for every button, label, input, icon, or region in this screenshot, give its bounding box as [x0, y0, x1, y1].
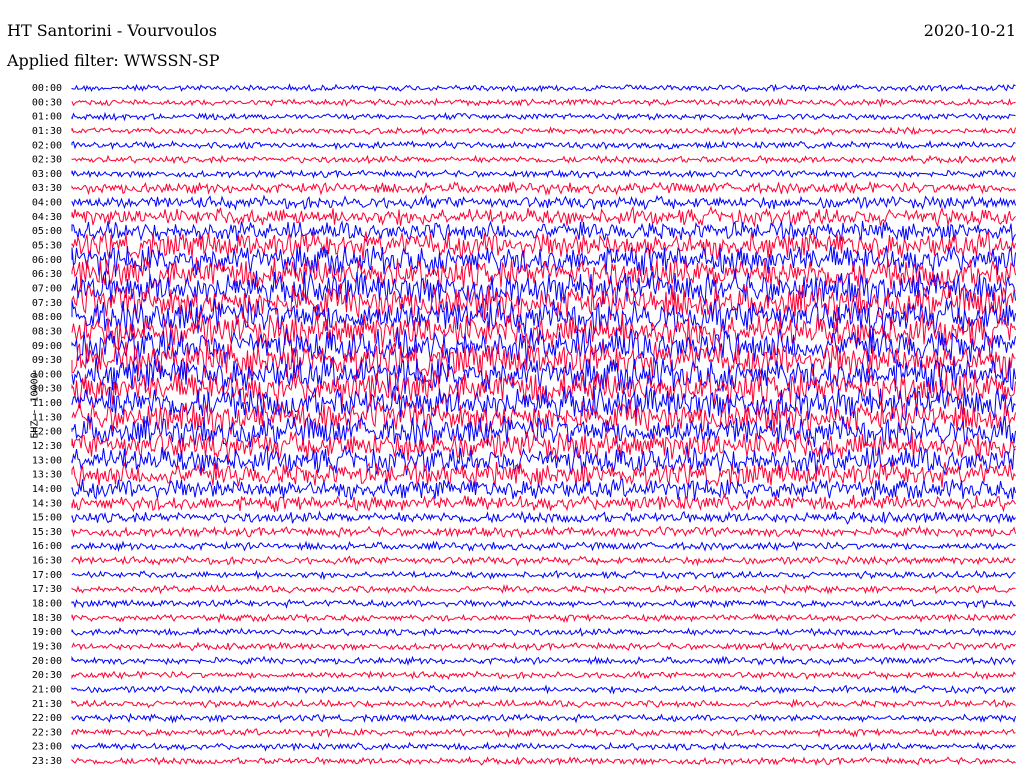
trace-2130 — [71, 698, 1016, 709]
row-label: 18:00 — [32, 599, 62, 610]
row-label: 23:30 — [32, 756, 62, 767]
row-label: 03:30 — [32, 183, 62, 194]
row-label: 10:00 — [32, 369, 62, 380]
row-label: 04:30 — [32, 212, 62, 223]
row-label: 06:30 — [32, 269, 62, 280]
row-label: 14:30 — [32, 498, 62, 509]
trace-2030 — [71, 670, 1016, 681]
row-label: 01:00 — [32, 112, 62, 123]
trace-2200 — [71, 712, 1016, 724]
trace-1130 — [71, 399, 1016, 437]
row-label: 06:00 — [32, 255, 62, 266]
trace-1700 — [71, 569, 1016, 581]
row-label: 13:30 — [32, 470, 62, 481]
trace-1630 — [71, 555, 1016, 567]
row-label: 20:00 — [32, 656, 62, 667]
row-label: 00:30 — [32, 97, 62, 108]
trace-1500 — [71, 510, 1016, 525]
trace-0300 — [71, 168, 1016, 179]
row-label: 22:30 — [32, 727, 62, 738]
row-label: 07:30 — [32, 298, 62, 309]
row-label: 21:30 — [32, 699, 62, 710]
row-label: 16:30 — [32, 556, 62, 567]
trace-0100 — [71, 111, 1016, 122]
trace-0130 — [71, 126, 1016, 137]
row-label: 19:00 — [32, 627, 62, 638]
row-label: 20:30 — [32, 670, 62, 681]
row-label: 10:30 — [32, 384, 62, 395]
row-label: 19:30 — [32, 641, 62, 652]
row-label: 15:00 — [32, 513, 62, 524]
row-label: 02:30 — [32, 155, 62, 166]
row-label: 11:30 — [32, 412, 62, 423]
seismogram-plot: 00:00 00:30 01:00 01:30 02:00 02:30 03:00 03:30… — [32, 83, 1016, 767]
trace-1800 — [71, 598, 1016, 610]
trace-1930 — [71, 641, 1016, 652]
row-label: 09:30 — [32, 355, 62, 366]
row-label: 16:00 — [32, 541, 62, 552]
row-label: 17:30 — [32, 584, 62, 595]
trace-2230 — [71, 727, 1016, 739]
row-label: 22:00 — [32, 713, 62, 724]
trace-2330 — [71, 755, 1016, 767]
row-label: 14:00 — [32, 484, 62, 495]
trace-0200 — [71, 139, 1016, 151]
trace-0330 — [71, 180, 1016, 196]
row-label: 00:00 — [32, 83, 62, 94]
trace-0430 — [71, 205, 1016, 228]
row-label: 23:00 — [32, 742, 62, 753]
trace-1600 — [71, 540, 1016, 553]
row-label: 02:00 — [32, 140, 62, 151]
trace-0400 — [71, 194, 1016, 211]
row-label: 07:00 — [32, 283, 62, 294]
trace-1830 — [71, 613, 1016, 624]
row-label: 08:30 — [32, 326, 62, 337]
trace-2300 — [71, 741, 1016, 752]
trace-2000 — [71, 655, 1016, 666]
row-label: 01:30 — [32, 126, 62, 137]
row-label: 12:30 — [32, 441, 62, 452]
row-label: 09:00 — [32, 341, 62, 352]
row-label: 05:00 — [32, 226, 62, 237]
trace-0230 — [71, 154, 1016, 165]
trace-0530 — [71, 230, 1016, 261]
row-label: 12:00 — [32, 427, 62, 438]
row-label: 17:00 — [32, 570, 62, 581]
row-label: 05:30 — [32, 241, 62, 252]
row-label: 13:00 — [32, 455, 62, 466]
trace-0000 — [71, 83, 1016, 93]
row-label: 18:30 — [32, 613, 62, 624]
row-label: 08:00 — [32, 312, 62, 323]
trace-1900 — [71, 626, 1016, 638]
row-label: 11:00 — [32, 398, 62, 409]
row-label: 21:00 — [32, 684, 62, 695]
trace-2100 — [71, 684, 1016, 695]
row-label: 15:30 — [32, 527, 62, 538]
trace-1730 — [71, 583, 1016, 595]
row-label: 04:00 — [32, 198, 62, 209]
trace-1530 — [71, 524, 1016, 539]
row-label: 03:00 — [32, 169, 62, 180]
trace-0030 — [71, 97, 1016, 108]
